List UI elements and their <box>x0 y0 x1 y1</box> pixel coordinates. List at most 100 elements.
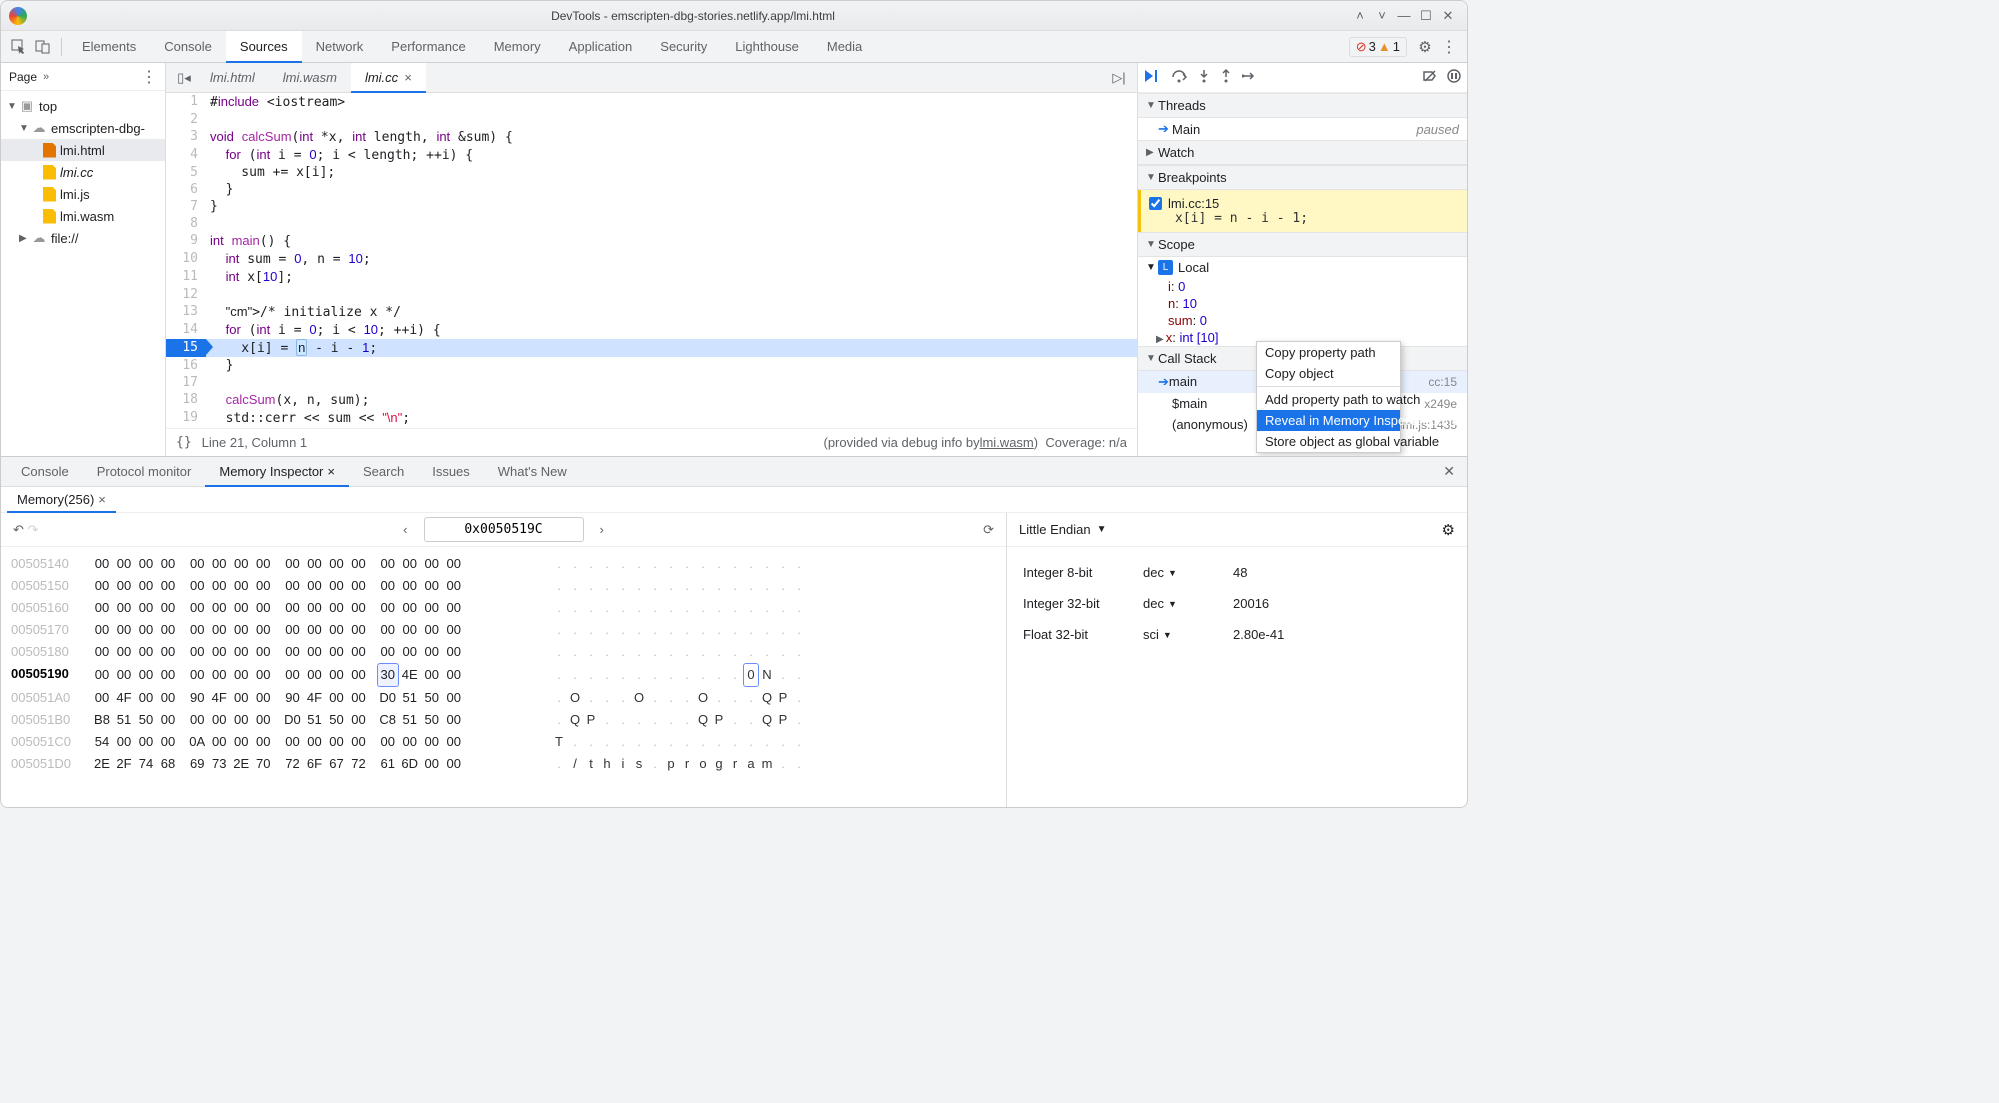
close-memory-tab-icon[interactable]: × <box>98 492 106 507</box>
step-over-button[interactable] <box>1172 69 1188 86</box>
main-toolbar: ElementsConsoleSourcesNetworkPerformance… <box>1 31 1467 63</box>
chevron-down-icon[interactable]: ˅ <box>1371 8 1393 23</box>
scope-variable[interactable]: i: 0 <box>1168 278 1467 295</box>
thread-main[interactable]: ➔Mainpaused <box>1138 118 1467 140</box>
editor-tab[interactable]: lmi.cc× <box>351 63 426 93</box>
minimize-button[interactable]: — <box>1393 8 1415 23</box>
scope-section[interactable]: ▼Scope <box>1138 232 1467 257</box>
coverage-info: Coverage: n/a <box>1045 435 1127 450</box>
context-menu-item[interactable]: Store object as global variable <box>1257 431 1400 452</box>
drawer-close-icon[interactable]: ✕ <box>1437 463 1461 480</box>
drawer: ConsoleProtocol monitorMemory Inspector×… <box>1 457 1467 807</box>
editor-statusbar: {} Line 21, Column 1 (provided via debug… <box>166 428 1137 456</box>
settings-icon[interactable] <box>1413 35 1437 59</box>
main-tab-elements[interactable]: Elements <box>68 31 150 63</box>
step-button[interactable] <box>1242 69 1258 86</box>
nav-back-icon[interactable]: ▯◂ <box>172 70 196 86</box>
main-tab-application[interactable]: Application <box>555 31 647 63</box>
sidebar-menu-icon[interactable] <box>141 67 157 87</box>
prev-page-icon[interactable]: ‹ <box>395 522 415 537</box>
drawer-tab[interactable]: What's New <box>484 457 581 487</box>
breakpoints-section[interactable]: ▼Breakpoints <box>1138 165 1467 190</box>
context-menu-item[interactable]: Copy object <box>1257 363 1400 384</box>
drawer-tab[interactable]: Memory Inspector× <box>205 457 349 487</box>
scope-variable[interactable]: n: 10 <box>1168 295 1467 312</box>
format-select[interactable]: sci ▼ <box>1143 627 1233 642</box>
close-button[interactable]: ✕ <box>1437 8 1459 24</box>
format-select[interactable]: dec ▼ <box>1143 565 1233 580</box>
context-menu-item[interactable]: Copy property path <box>1257 342 1400 363</box>
code-editor[interactable]: 1#include <iostream>23void calcSum(int *… <box>166 93 1137 428</box>
app-icon <box>9 7 27 25</box>
memory-settings-icon[interactable] <box>1442 521 1455 539</box>
value-row: Integer 8-bitdec ▼48 <box>1023 557 1451 588</box>
pause-exceptions-button[interactable] <box>1447 69 1461 86</box>
tree-origin[interactable]: ▼emscripten-dbg- <box>1 117 165 139</box>
file-lmi-cc[interactable]: lmi.cc <box>1 161 165 183</box>
run-snippet-icon[interactable]: ▷| <box>1107 70 1131 86</box>
file-tree: ▼top ▼emscripten-dbg- lmi.html lmi.cc lm… <box>1 91 165 456</box>
address-input[interactable] <box>424 517 584 542</box>
scope-variable[interactable]: sum: 0 <box>1168 312 1467 329</box>
undo-icon[interactable]: ↶ ↷ <box>13 522 38 538</box>
endian-select[interactable]: Little Endian <box>1019 522 1091 537</box>
navigator-sidebar: Page » ▼top ▼emscripten-dbg- lmi.html lm… <box>1 63 166 456</box>
file-lmi-html[interactable]: lmi.html <box>1 139 165 161</box>
main-tab-sources[interactable]: Sources <box>226 31 302 63</box>
hex-view[interactable]: 0050514000000000 00000000 00000000 00000… <box>1 547 1006 807</box>
cursor-position: Line 21, Column 1 <box>202 435 308 450</box>
warning-count: 1 <box>1393 39 1400 54</box>
drawer-tab[interactable]: Console <box>7 457 83 487</box>
step-into-button[interactable] <box>1198 69 1210 86</box>
close-icon[interactable]: × <box>327 464 335 479</box>
main-tab-media[interactable]: Media <box>813 31 876 63</box>
file-lmi-wasm[interactable]: lmi.wasm <box>1 205 165 227</box>
step-out-button[interactable] <box>1220 69 1232 86</box>
kebab-menu-icon[interactable] <box>1437 35 1461 59</box>
next-page-icon[interactable]: › <box>592 522 612 537</box>
context-menu-item[interactable]: Reveal in Memory Inspector panel <box>1257 410 1400 431</box>
pretty-print-icon[interactable]: {} <box>176 435 192 450</box>
value-row: Integer 32-bitdec ▼20016 <box>1023 588 1451 619</box>
memory-tab[interactable]: Memory(256)× <box>7 487 116 513</box>
titlebar: DevTools - emscripten-dbg-stories.netlif… <box>1 1 1467 31</box>
sidebar-expand-icon[interactable]: » <box>43 71 49 83</box>
editor-tab[interactable]: lmi.wasm <box>269 63 351 93</box>
chevron-up-icon[interactable]: ˄ <box>1349 8 1371 23</box>
main-tab-performance[interactable]: Performance <box>377 31 479 63</box>
editor-pane: ▯◂ lmi.htmllmi.wasmlmi.cc× ▷| 1#include … <box>166 63 1137 456</box>
main-tab-lighthouse[interactable]: Lighthouse <box>721 31 813 63</box>
context-menu: Copy property pathCopy object Add propert… <box>1256 341 1401 453</box>
tree-file-scheme[interactable]: ▶file:// <box>1 227 165 249</box>
scope-local[interactable]: ▼LLocal <box>1138 257 1467 278</box>
threads-section[interactable]: ▼Threads <box>1138 93 1467 118</box>
window-title: DevTools - emscripten-dbg-stories.netlif… <box>37 9 1349 23</box>
main-tab-console[interactable]: Console <box>150 31 226 63</box>
file-lmi-js[interactable]: lmi.js <box>1 183 165 205</box>
main-tab-security[interactable]: Security <box>646 31 721 63</box>
format-select[interactable]: dec ▼ <box>1143 596 1233 611</box>
context-menu-item[interactable]: Add property path to watch <box>1257 389 1400 410</box>
inspect-element-icon[interactable] <box>7 35 31 59</box>
error-count: 3 <box>1369 39 1376 54</box>
deactivate-breakpoints-button[interactable] <box>1423 69 1437 86</box>
debugger-pane: ▼Threads ➔Mainpaused ▶Watch ▼Breakpoints… <box>1137 63 1467 456</box>
main-tab-network[interactable]: Network <box>302 31 378 63</box>
drawer-tab[interactable]: Search <box>349 457 418 487</box>
breakpoint-item[interactable]: lmi.cc:15 x[i] = n - i - 1; <box>1138 190 1467 232</box>
drawer-tab[interactable]: Protocol monitor <box>83 457 206 487</box>
sidebar-title: Page <box>9 70 37 84</box>
device-mode-icon[interactable] <box>31 35 55 59</box>
maximize-button[interactable]: ☐ <box>1415 8 1437 24</box>
drawer-tab[interactable]: Issues <box>418 457 484 487</box>
error-warning-badge[interactable]: ⊘3 ▲1 <box>1349 37 1407 57</box>
watch-section[interactable]: ▶Watch <box>1138 140 1467 165</box>
refresh-icon[interactable]: ⟳ <box>983 522 994 538</box>
tree-top[interactable]: ▼top <box>1 95 165 117</box>
resume-button[interactable] <box>1144 69 1162 86</box>
editor-tab[interactable]: lmi.html <box>196 63 269 93</box>
breakpoint-checkbox[interactable] <box>1149 197 1162 210</box>
main-tab-memory[interactable]: Memory <box>480 31 555 63</box>
close-tab-icon[interactable]: × <box>404 70 412 85</box>
source-map-link[interactable]: lmi.wasm <box>980 435 1034 450</box>
